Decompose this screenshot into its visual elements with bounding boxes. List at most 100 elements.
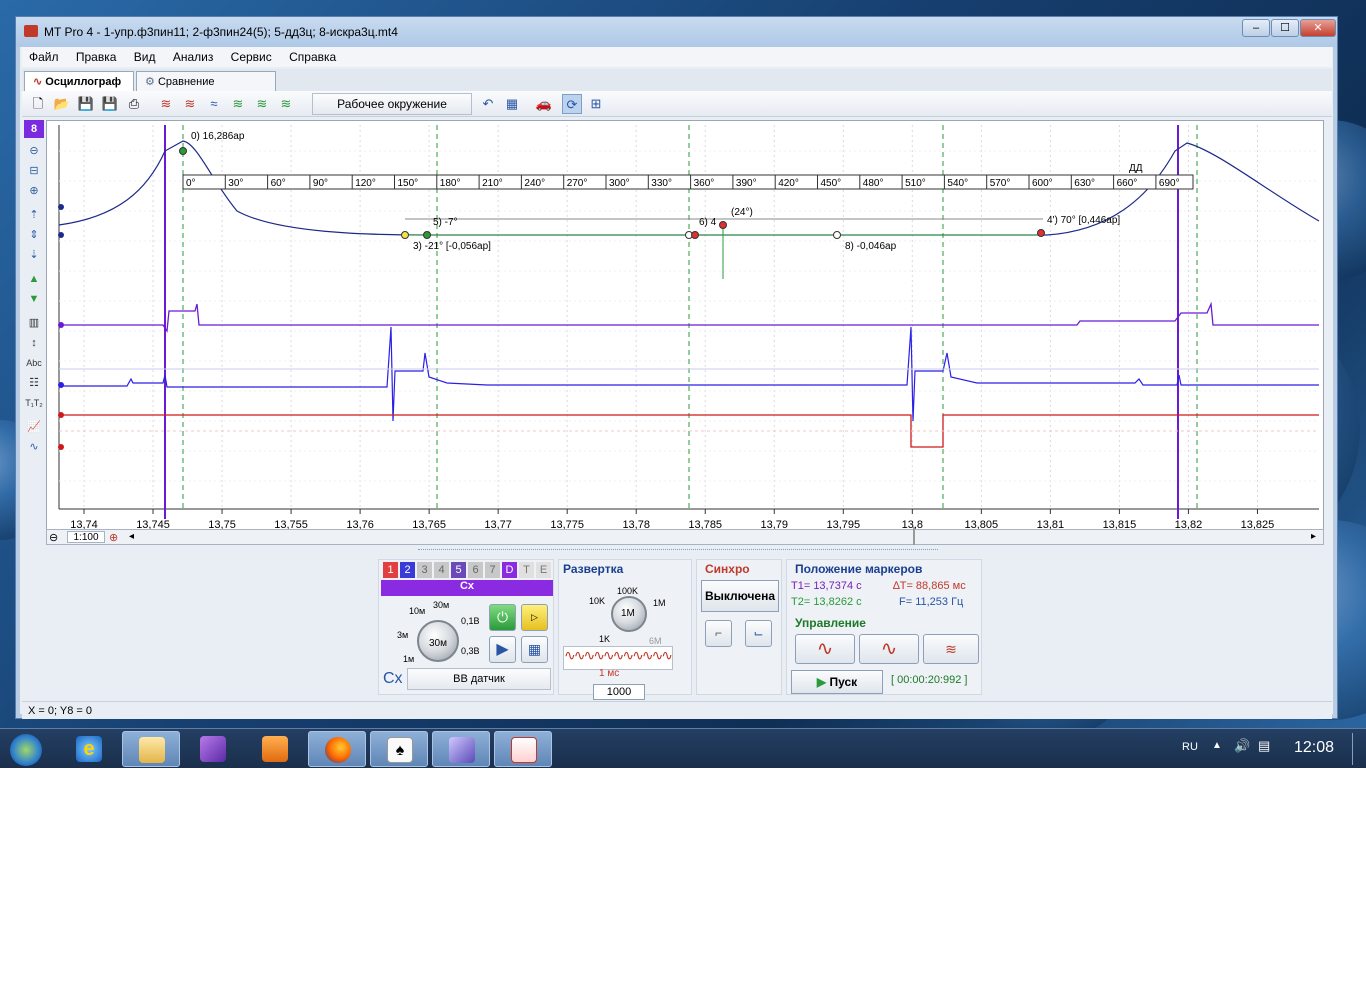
falling-edge-icon[interactable]: ⌙	[745, 620, 772, 647]
taskbar-vs[interactable]	[184, 731, 242, 767]
channel-button-6[interactable]: 6	[468, 562, 483, 578]
plot-svg[interactable]: 13,74 13,745 13,75 13,755 13,76 13,765 13,77 13…	[47, 121, 1323, 529]
zoom-fit-icon[interactable]: ⊟	[24, 162, 44, 180]
play-channel-icon[interactable]: ▶	[489, 636, 516, 663]
title-bar[interactable]: MT Pro 4 - 1-упр.ф3пин11; 2-ф3пин24(5); …	[16, 17, 1337, 47]
clock[interactable]: 12:08	[1294, 739, 1334, 757]
minimize-button[interactable]: ‒	[1242, 19, 1270, 37]
waves-a-icon[interactable]: ≋	[156, 94, 176, 114]
scroll-left-icon[interactable]: ◂	[129, 531, 134, 542]
show-desktop-button[interactable]	[1352, 733, 1364, 765]
points-spinner[interactable]: 1000	[593, 684, 645, 700]
x-tick-label: 13,76	[346, 519, 374, 529]
menu-analysis[interactable]: Анализ	[166, 47, 221, 67]
text-icon[interactable]: Abc	[24, 354, 44, 372]
save-env-icon[interactable]: ▦	[502, 94, 522, 114]
volt-label-10m: 10м	[409, 606, 426, 616]
zoom-minus-icon[interactable]: ⊖	[49, 531, 58, 544]
grid-icon[interactable]: ▥	[24, 314, 44, 332]
channel-button-7[interactable]: 7	[485, 562, 500, 578]
menu-file[interactable]: Файл	[22, 47, 66, 67]
close-button[interactable]: ✕	[1300, 19, 1336, 37]
start-button[interactable]: ▶ Пуск	[791, 670, 883, 694]
arrow-updown-icon[interactable]: ⇕	[24, 226, 44, 244]
channel-button-d[interactable]: D	[502, 562, 517, 578]
power-icon[interactable]: ⏻	[489, 604, 516, 631]
degree-tick-label: 300°	[609, 178, 630, 189]
language-indicator[interactable]: RU	[1182, 741, 1198, 753]
markers-icon[interactable]: ☷	[24, 374, 44, 392]
zoom-plus-icon[interactable]: ⊕	[109, 531, 118, 544]
channel-button-5[interactable]: 5	[451, 562, 466, 578]
channel-button-4[interactable]: 4	[434, 562, 449, 578]
taskbar-solitaire[interactable]: ♠	[370, 731, 428, 767]
arrow-up-icon[interactable]: ⇡	[24, 206, 44, 224]
taskbar-mtpro[interactable]	[494, 731, 552, 767]
sweep-label-10k: 10K	[589, 596, 606, 606]
move-down-icon[interactable]: ▼	[24, 290, 44, 308]
undo-icon[interactable]: ↶	[478, 94, 498, 114]
arrow-down-icon[interactable]: ⇣	[24, 246, 44, 264]
new-file-icon[interactable]: 🗋	[28, 94, 48, 114]
volume-icon[interactable]: 🔊	[1234, 738, 1250, 754]
scroll-right-icon[interactable]: ▸	[1311, 531, 1316, 542]
save-icon[interactable]: 💾	[76, 94, 96, 114]
amplifier-icon[interactable]: ▷	[521, 604, 548, 631]
channel-level-marker	[58, 232, 64, 238]
tray-arrow-icon[interactable]: ▲	[1212, 740, 1222, 751]
sync-mode-dropdown[interactable]: Выключена	[701, 580, 779, 612]
taskbar-explorer[interactable]	[122, 731, 180, 767]
taskbar-firefox[interactable]	[308, 731, 366, 767]
zoom-out-icon[interactable]: ⊖	[24, 142, 44, 160]
move-up-icon[interactable]: ▲	[24, 270, 44, 288]
workspace-dropdown[interactable]: Рабочее окружение	[312, 93, 472, 115]
tab-cylinder-compare[interactable]: ⚙ Сравнение цилиндров	[136, 71, 276, 100]
signal-icon[interactable]: ∿	[24, 438, 44, 456]
splitter[interactable]	[418, 549, 938, 555]
waves-b-icon[interactable]: ≋	[180, 94, 200, 114]
menu-service[interactable]: Сервис	[224, 47, 279, 67]
scale-icon[interactable]: ↕	[24, 334, 44, 352]
channel-badge[interactable]: 8	[24, 120, 44, 138]
waves-e-icon[interactable]: ≋	[252, 94, 272, 114]
single-wave-icon[interactable]: ∿	[795, 634, 855, 664]
multi-wave-icon[interactable]: ∿	[859, 634, 919, 664]
channel-button-2[interactable]: 2	[400, 562, 415, 578]
split-view-icon[interactable]: ⊞	[586, 94, 606, 114]
channel-button-e[interactable]: E	[536, 562, 551, 578]
taskbar-media[interactable]	[246, 731, 304, 767]
save-as-icon[interactable]: 💾	[100, 94, 120, 114]
chart-icon[interactable]: 📈	[24, 418, 44, 436]
waves-f-icon[interactable]: ≋	[276, 94, 296, 114]
car-icon[interactable]: 🚗	[534, 94, 554, 114]
zoom-in-icon[interactable]: ⊕	[24, 182, 44, 200]
taskbar-ie[interactable]: e	[60, 731, 118, 767]
calculator-icon[interactable]: ▦	[521, 636, 548, 663]
start-button-win[interactable]	[2, 731, 50, 767]
marker-freq: F= 11,253 Гц	[899, 596, 964, 608]
channel-button-t[interactable]: T	[519, 562, 534, 578]
record-wave-icon[interactable]: ≋	[923, 634, 979, 664]
oscilloscope-plot[interactable]: 13,74 13,745 13,75 13,755 13,76 13,765 13,77 13…	[46, 120, 1324, 530]
menu-view[interactable]: Вид	[127, 47, 163, 67]
play-icon: ▶	[816, 675, 830, 689]
tab-oscilloscope[interactable]: ∿ Осциллограф	[24, 71, 134, 91]
scroll-thumb[interactable]	[913, 527, 915, 545]
cursor-mode-icon[interactable]: ⟳	[562, 94, 582, 114]
taskbar-app2[interactable]	[432, 731, 490, 767]
channel-button-1[interactable]: 1	[383, 562, 398, 578]
network-icon[interactable]: ▤	[1258, 738, 1270, 754]
t1t2-icon[interactable]: T₁T₂	[24, 394, 44, 412]
waves-c-icon[interactable]: ≈	[204, 94, 224, 114]
menu-help[interactable]: Справка	[282, 47, 343, 67]
waves-d-icon[interactable]: ≋	[228, 94, 248, 114]
menu-edit[interactable]: Правка	[69, 47, 124, 67]
app-icon	[24, 25, 38, 37]
maximize-button[interactable]: ☐	[1271, 19, 1299, 37]
print-icon[interactable]: ⎙	[124, 94, 144, 114]
time-scrollbar[interactable]: ⊖ 1:100 ⊕ ◂ ▸	[46, 527, 1324, 545]
sensor-dropdown[interactable]: ВВ датчик	[407, 668, 551, 690]
rising-edge-icon[interactable]: ⌐	[705, 620, 732, 647]
channel-button-3[interactable]: 3	[417, 562, 432, 578]
open-folder-icon[interactable]: 📂	[52, 94, 72, 114]
